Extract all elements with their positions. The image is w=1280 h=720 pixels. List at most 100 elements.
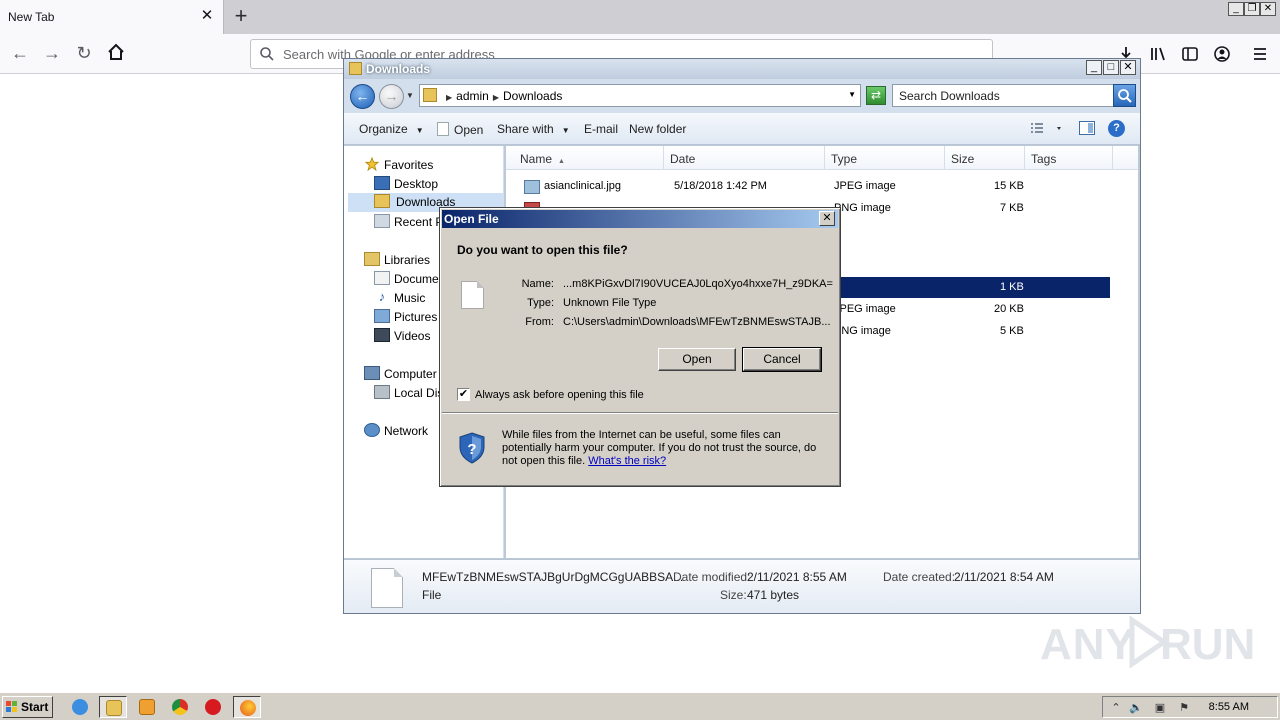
warning-message: While files from the Internet can be use…: [502, 429, 827, 468]
breadcrumb-downloads[interactable]: Downloads: [503, 89, 562, 103]
always-ask-label[interactable]: Always ask before opening this file: [475, 389, 644, 401]
shield-icon: ?: [459, 432, 485, 464]
column-date[interactable]: Date: [664, 146, 825, 170]
taskbar-opera[interactable]: [199, 696, 227, 718]
chevron-right-icon[interactable]: ▶: [493, 93, 499, 102]
chevron-right-icon[interactable]: ▶: [446, 93, 452, 102]
explorer-maximize-button[interactable]: □: [1103, 60, 1119, 75]
start-button[interactable]: Start: [2, 696, 53, 718]
share-with-label: Share with: [497, 122, 554, 136]
taskbar-chrome[interactable]: [166, 696, 194, 718]
from-value: C:\Users\admin\Downloads\MFEwTzBNMEswSTA…: [563, 316, 831, 328]
taskbar-firefox[interactable]: [233, 696, 261, 718]
taskbar-media-player[interactable]: [133, 696, 161, 718]
search-icon[interactable]: [1113, 84, 1136, 107]
chevron-down-icon[interactable]: ▼: [848, 90, 856, 99]
always-ask-checkbox[interactable]: ✔: [457, 388, 470, 401]
organize-button[interactable]: Organize ▼: [359, 122, 424, 136]
details-created-label: Date created:: [883, 570, 956, 584]
libraries-icon: [364, 252, 380, 266]
name-label: Name:: [521, 278, 554, 290]
column-tags[interactable]: Tags: [1025, 146, 1113, 170]
whats-the-risk-link[interactable]: What's the risk?: [588, 455, 666, 467]
chevron-down-icon: ▼: [561, 126, 570, 135]
details-size-label: Size:: [720, 588, 747, 602]
chevron-up-icon[interactable]: ⌃: [1109, 701, 1123, 715]
back-arrow-icon[interactable]: ←: [8, 42, 32, 66]
explorer-close-button[interactable]: ✕: [1120, 60, 1136, 75]
cancel-button[interactable]: Cancel: [742, 347, 822, 372]
share-with-button[interactable]: Share with ▼: [497, 122, 570, 136]
explorer-command-bar: Organize ▼ Open Share with ▼ E-mail New fo…: [344, 113, 1140, 145]
file-size: 1 KB: [1000, 281, 1024, 293]
chevron-down-icon[interactable]: ▼: [406, 91, 414, 100]
close-icon[interactable]: ✕: [819, 211, 835, 226]
open-button[interactable]: Open: [437, 122, 483, 137]
open-button[interactable]: Open: [658, 348, 736, 371]
back-arrow-icon[interactable]: ←: [350, 84, 375, 109]
close-window-button[interactable]: ✕: [1260, 2, 1276, 16]
forward-arrow-icon[interactable]: →: [379, 84, 404, 109]
taskbar-explorer[interactable]: [99, 696, 127, 718]
folder-icon: [349, 62, 362, 75]
minimize-window-button[interactable]: _: [1228, 2, 1244, 16]
taskbar-internet-explorer[interactable]: [66, 696, 94, 718]
firefox-icon: [240, 700, 256, 716]
volume-icon[interactable]: 🔈: [1129, 701, 1143, 715]
browser-tab-title: New Tab: [8, 10, 55, 24]
desktop-icon: [374, 176, 390, 190]
file-row[interactable]: asianclinical.jpg 5/18/2018 1:42 PM JPEG…: [520, 176, 1110, 197]
new-tab-icon[interactable]: +: [232, 4, 250, 28]
explorer-minimize-button[interactable]: _: [1086, 60, 1102, 75]
column-name[interactable]: Name ▲: [514, 146, 664, 170]
explorer-address-bar[interactable]: ▶ admin ▶ Downloads ▼: [419, 84, 861, 107]
nav-desktop[interactable]: Desktop: [374, 175, 499, 193]
preview-pane-icon[interactable]: [1079, 121, 1095, 135]
nav-favorites[interactable]: Favorites: [364, 156, 494, 174]
help-icon[interactable]: ?: [1108, 120, 1125, 137]
menu-icon[interactable]: [1250, 44, 1270, 64]
column-size[interactable]: Size: [945, 146, 1025, 170]
details-modified-label: Date modified:: [673, 570, 751, 584]
details-modified: 2/11/2021 8:55 AM: [747, 570, 847, 584]
drive-icon: [374, 385, 390, 399]
search-input[interactable]: Search Downloads: [899, 89, 1000, 103]
search-icon: [260, 47, 274, 61]
file-type: JPEG image: [834, 180, 896, 192]
downloads-folder-icon: [374, 194, 390, 208]
flag-icon[interactable]: ⚑: [1177, 701, 1191, 715]
column-type[interactable]: Type: [825, 146, 945, 170]
refresh-icon[interactable]: ⇄: [866, 86, 886, 105]
chevron-down-icon: ▼: [415, 126, 424, 135]
nav-desktop-label: Desktop: [394, 177, 439, 191]
dialog-title: Open File: [444, 212, 499, 226]
file-type: PNG image: [834, 325, 891, 337]
opera-icon: [205, 699, 221, 715]
view-options-icon[interactable]: [1029, 121, 1065, 137]
dialog-title-bar[interactable]: Open File ✕: [442, 210, 838, 228]
breadcrumb: ▶ admin ▶ Downloads: [442, 89, 562, 103]
network-icon: [364, 423, 380, 437]
network-icon[interactable]: ▣: [1153, 701, 1167, 715]
reload-icon[interactable]: ↻: [72, 42, 96, 66]
explorer-title-bar[interactable]: Downloads _ □ ✕: [344, 59, 1140, 79]
breadcrumb-admin[interactable]: admin: [456, 89, 489, 103]
browser-tab[interactable]: New Tab ✕: [0, 0, 224, 34]
home-icon[interactable]: [104, 42, 128, 66]
computer-icon: [364, 366, 380, 380]
restore-window-button[interactable]: ❐: [1244, 2, 1260, 16]
folder-icon: [423, 88, 437, 102]
taskbar: Start ⌃ 🔈 ▣ ⚑ 8:55 AM: [0, 692, 1280, 720]
forward-arrow-icon[interactable]: →: [40, 42, 64, 66]
account-icon[interactable]: [1212, 44, 1232, 64]
close-tab-icon[interactable]: ✕: [200, 8, 214, 24]
music-icon: ♪: [378, 289, 386, 304]
library-icon[interactable]: [1148, 44, 1168, 64]
explorer-search-box[interactable]: Search Downloads: [892, 84, 1136, 107]
new-folder-button[interactable]: New folder: [629, 122, 686, 136]
email-button[interactable]: E-mail: [584, 122, 618, 136]
sidebar-icon[interactable]: [1180, 44, 1200, 64]
nav-documents-label: Documen: [394, 272, 446, 286]
videos-icon: [374, 328, 390, 342]
clock[interactable]: 8:55 AM: [1209, 701, 1249, 713]
